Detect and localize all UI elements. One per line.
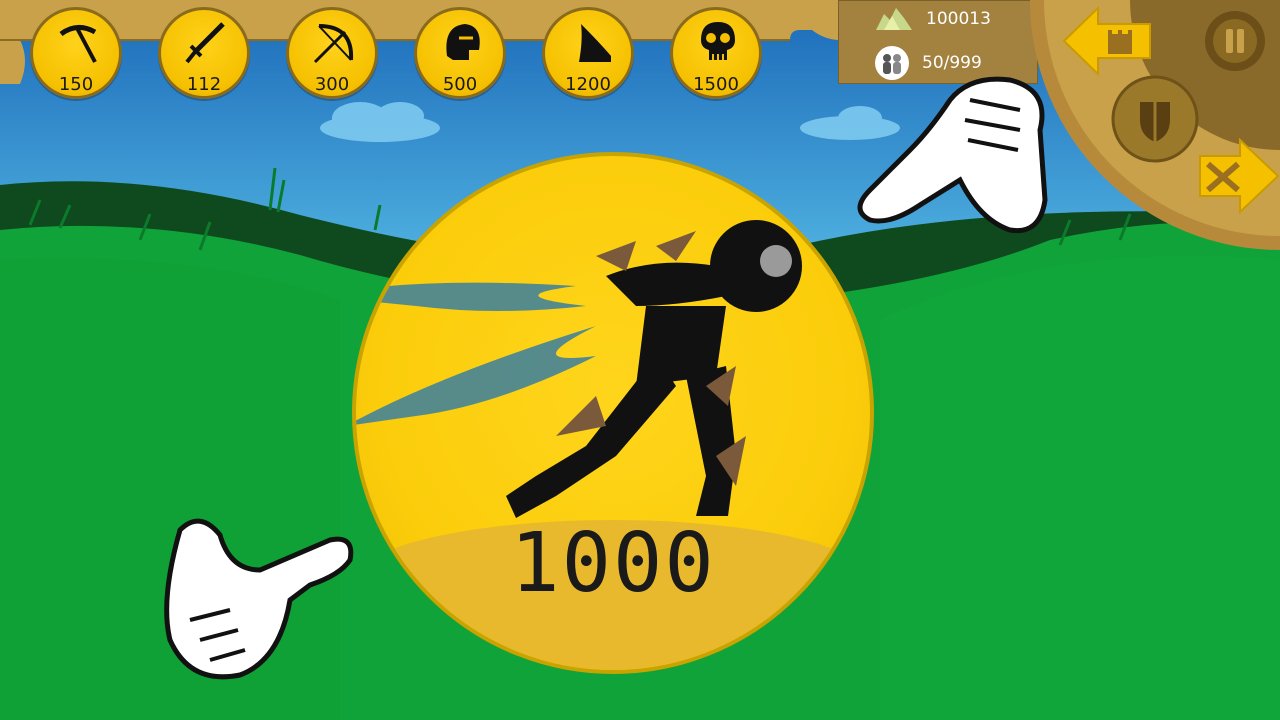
- unit-recruit-bar: 150 112 300 500 1200 1500: [0, 0, 840, 99]
- helmet-icon: [446, 24, 480, 60]
- unit-button-magikill[interactable]: 1200: [542, 7, 634, 99]
- gold-pile-icon: [876, 8, 912, 30]
- attack-button[interactable]: [1196, 134, 1280, 218]
- pickaxe-icon: [59, 25, 97, 63]
- coin-price: 1000: [510, 516, 716, 611]
- command-wheel: [1030, 0, 1280, 250]
- unit-cost: 300: [314, 74, 350, 95]
- unit-cost: 500: [442, 74, 478, 95]
- defend-button[interactable]: [1110, 74, 1200, 164]
- skull-icon: [701, 22, 735, 60]
- unit-button-giant[interactable]: 1500: [670, 7, 762, 99]
- pointing-hand-icon: [164, 518, 354, 680]
- unit-cost: 150: [58, 74, 94, 95]
- garrison-button[interactable]: [1062, 4, 1152, 78]
- unit-button-miner[interactable]: 150: [30, 7, 122, 99]
- pause-button[interactable]: [1202, 8, 1268, 74]
- sword-icon: [185, 22, 225, 64]
- featured-unit-coin[interactable]: 1000: [352, 152, 874, 674]
- castle-icon: [1108, 30, 1132, 54]
- wizard-hat-icon: [579, 24, 611, 62]
- pointing-hand-icon: [857, 76, 1048, 234]
- unit-button-swordwrath[interactable]: 112: [158, 7, 250, 99]
- unit-button-spearton[interactable]: 500: [414, 7, 506, 99]
- bow-icon: [313, 24, 354, 64]
- unit-cost: 112: [186, 74, 222, 95]
- unit-cost: 1500: [693, 74, 739, 95]
- gold-count: 100013: [926, 9, 991, 29]
- unit-button-archidon[interactable]: 300: [286, 7, 378, 99]
- unit-cost: 1200: [565, 74, 611, 95]
